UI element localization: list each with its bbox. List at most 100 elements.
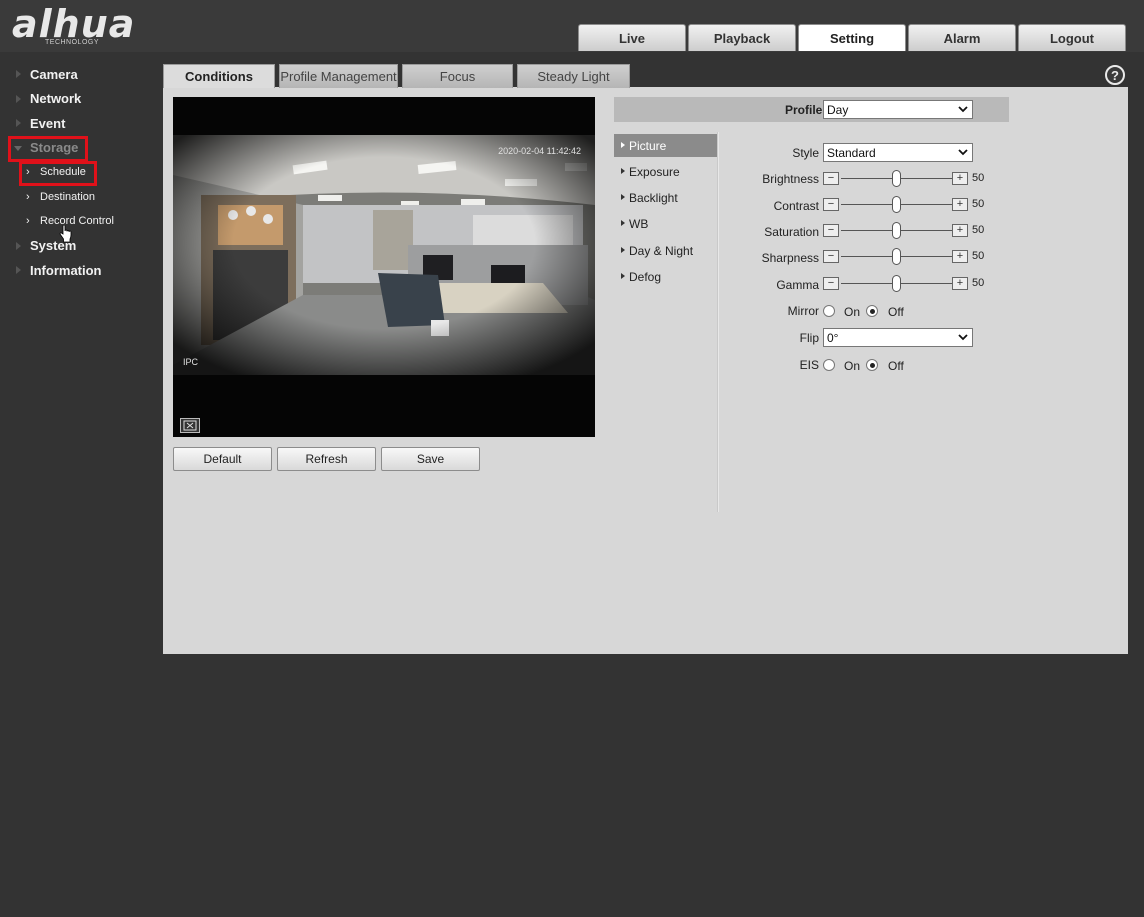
storage-highlight-box [8,136,88,162]
mirror-on-radio[interactable] [823,305,835,317]
main-nav: Live Playback Setting Alarm Logout [578,24,1128,51]
save-button[interactable]: Save [381,447,480,471]
eis-off-radio[interactable] [866,359,878,371]
menu-arrow-icon [621,194,625,200]
style-select[interactable]: Standard [823,143,973,162]
fullscreen-icon[interactable] [180,418,200,433]
top-header: alhua TECHNOLOGY Live Playback Setting A… [0,0,1144,52]
menu-arrow-icon [621,247,625,253]
sub-tab-bar: Conditions Profile Management Focus Stea… [163,64,634,88]
menu-arrow-icon [621,142,625,148]
saturation-value: 50 [972,224,985,236]
refresh-button[interactable]: Refresh [277,447,376,471]
menu-label: Day & Night [629,243,694,258]
camera-feed-image: 2020-02-04 11:42:42 IPC [173,135,595,375]
nav-playback[interactable]: Playback [688,24,796,51]
chevron-right-icon: › [26,190,30,203]
nav-live[interactable]: Live [578,24,686,51]
sidebar-item-camera[interactable]: Camera [0,62,160,87]
sidebar-item-information[interactable]: Information [0,258,160,283]
contrast-slider-thumb[interactable] [892,196,901,213]
eis-on-radio[interactable] [823,359,835,371]
menu-arrow-icon [621,273,625,279]
menu-defog[interactable]: Defog [614,265,717,288]
menu-backlight[interactable]: Backlight [614,186,717,209]
sidebar-item-label: Camera [30,66,78,82]
logo-subtitle: TECHNOLOGY [45,39,100,46]
menu-exposure[interactable]: Exposure [614,160,717,183]
profile-select[interactable]: Day [823,100,973,119]
sidebar-item-event[interactable]: Event [0,111,160,136]
mirror-on-label: On [844,305,861,319]
mirror-off-radio[interactable] [866,305,878,317]
chevron-down-icon [958,334,968,341]
sidebar-item-label: Network [30,91,82,107]
flip-select[interactable]: 0° [823,328,973,347]
nav-setting[interactable]: Setting [798,24,906,51]
gamma-plus-button[interactable]: + [952,277,968,290]
saturation-minus-button[interactable]: − [823,224,839,237]
collapsed-arrow-icon [16,119,21,127]
video-preview: 2020-02-04 11:42:42 IPC [173,97,595,437]
sidebar-subitem-label: Destination [40,190,96,203]
contrast-label: Contrast [773,199,819,213]
menu-label: Picture [629,138,667,153]
brightness-label: Brightness [762,172,819,186]
flip-label: Flip [799,331,819,345]
contrast-value: 50 [972,198,985,210]
brightness-slider-thumb[interactable] [892,170,901,187]
mirror-off-label: Off [888,305,904,319]
style-label: Style [792,146,819,160]
contrast-minus-button[interactable]: − [823,198,839,211]
sharpness-value: 50 [972,250,985,262]
sidebar-subitem-destination[interactable]: › Destination [0,185,160,210]
brightness-plus-button[interactable]: + [952,172,968,185]
eis-on-label: On [844,359,861,373]
eis-label: EIS [799,358,819,372]
sidebar-item-label: Event [30,115,66,131]
chevron-down-icon [958,149,968,156]
mirror-label: Mirror [787,304,819,318]
profile-select-value: Day [827,102,849,117]
menu-day-night[interactable]: Day & Night [614,239,717,262]
menu-label: Exposure [629,164,680,179]
saturation-slider-thumb[interactable] [892,222,901,239]
gamma-label: Gamma [776,278,819,292]
menu-label: WB [629,216,649,231]
help-icon[interactable]: ? [1105,65,1125,85]
menu-arrow-icon [621,168,625,174]
saturation-plus-button[interactable]: + [952,224,968,237]
brightness-minus-button[interactable]: − [823,172,839,185]
menu-label: Backlight [629,190,678,205]
gamma-minus-button[interactable]: − [823,277,839,290]
sidebar-item-label: Information [30,262,102,278]
contrast-plus-button[interactable]: + [952,198,968,211]
sharpness-minus-button[interactable]: − [823,250,839,263]
tab-focus[interactable]: Focus [402,64,513,88]
tab-steady-light[interactable]: Steady Light [517,64,630,88]
nav-logout[interactable]: Logout [1018,24,1126,51]
sidebar-subitem-record-control[interactable]: › Record Control [0,209,160,234]
menu-picture[interactable]: Picture [614,134,717,157]
tab-profile-management[interactable]: Profile Management [279,64,398,88]
chevron-down-icon [958,106,968,113]
gamma-slider-thumb[interactable] [892,275,901,292]
sidebar-item-system[interactable]: System [0,234,160,259]
collapsed-arrow-icon [16,241,21,250]
menu-label: Defog [629,269,662,284]
eis-off-label: Off [888,359,904,373]
tab-conditions[interactable]: Conditions [163,64,275,88]
default-button[interactable]: Default [173,447,272,471]
schedule-highlight-box [19,161,97,186]
collapsed-arrow-icon [16,94,21,103]
sharpness-plus-button[interactable]: + [952,250,968,263]
sidebar-item-network[interactable]: Network [0,87,160,112]
chevron-right-icon: › [26,215,30,227]
flip-select-value: 0° [827,330,839,345]
saturation-label: Saturation [764,225,819,239]
sharpness-label: Sharpness [761,251,819,265]
sharpness-slider-thumb[interactable] [892,248,901,265]
menu-wb[interactable]: WB [614,212,717,235]
hand-cursor-icon [59,225,72,243]
nav-alarm[interactable]: Alarm [908,24,1016,51]
